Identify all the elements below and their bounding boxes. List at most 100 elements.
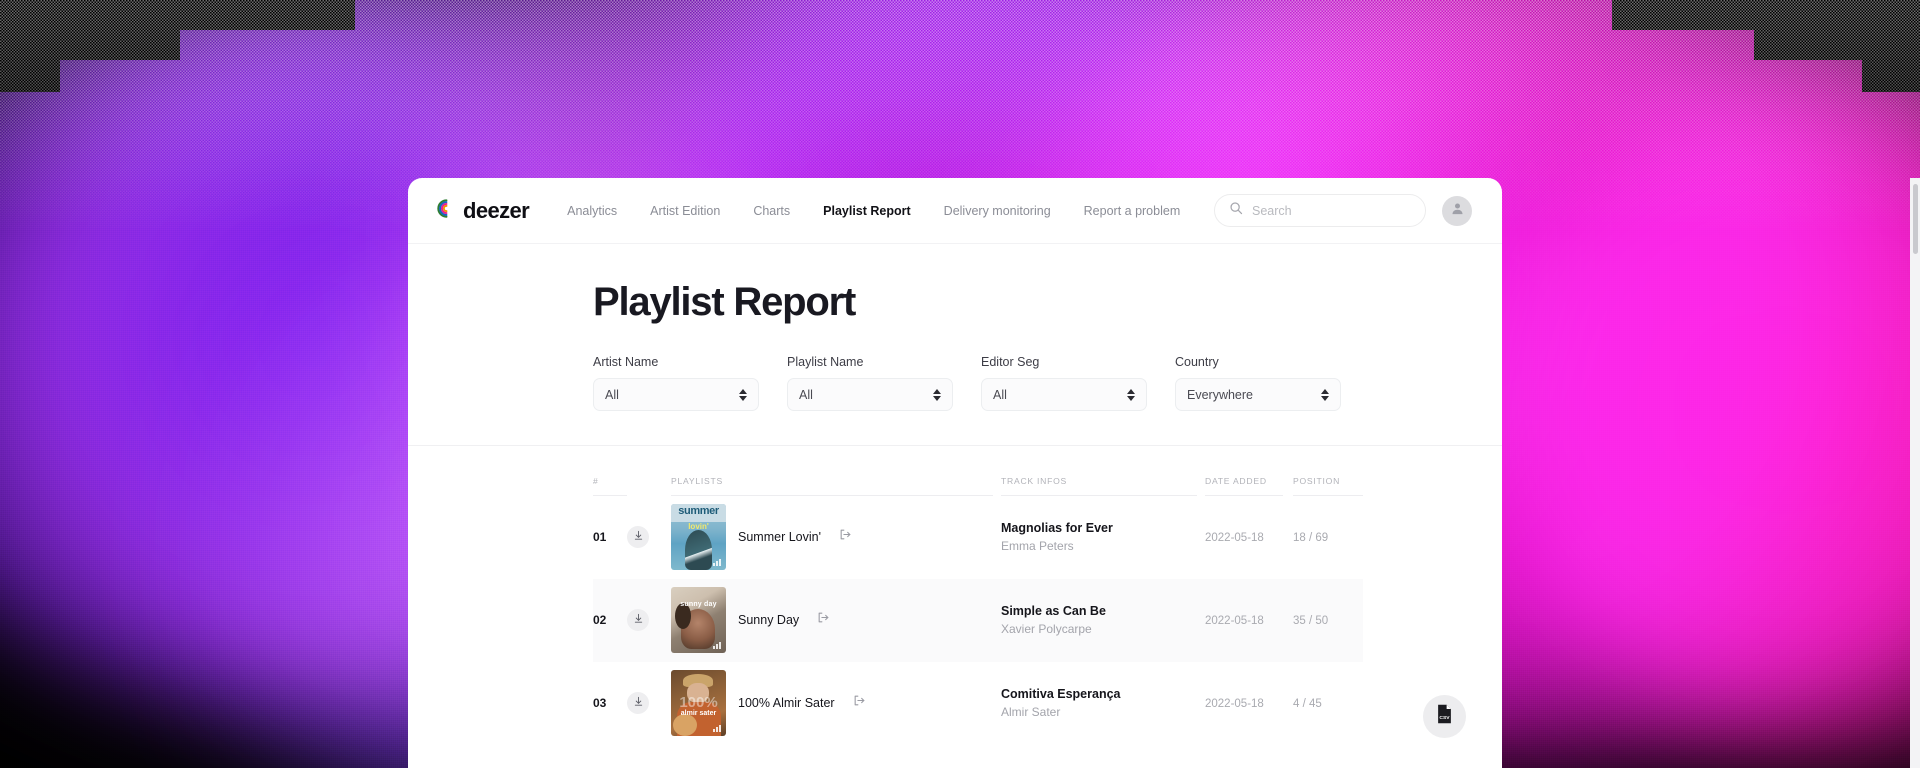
cover-caption-top: 100% [671,694,726,711]
page-title: Playlist Report [593,280,1502,325]
deezer-logo[interactable]: deezer [436,198,529,224]
filter-label-country: Country [1175,355,1341,369]
filters-row: Artist Name All Playlist Name All Editor… [593,355,1502,411]
nav-link-delivery-monitoring[interactable]: Delivery monitoring [944,204,1051,218]
user-avatar[interactable] [1442,196,1472,226]
column-header-position: POSITION [1293,476,1363,496]
cell-track-infos: Simple as Can Be Xavier Polycarpe [1001,579,1197,662]
column-spacer [1283,476,1293,496]
column-spacer [993,476,1001,496]
editor-seg-select[interactable]: All [981,378,1147,411]
playlist-name-select[interactable]: All [787,378,953,411]
playlist-cover-art: sunny day [671,587,726,653]
track-title: Simple as Can Be [1001,604,1197,618]
position-value: 18 / 69 [1293,532,1328,544]
page-scrollbar-track[interactable] [1910,178,1920,768]
date-added-value: 2022-05-18 [1205,698,1264,710]
filter-label-artist-name: Artist Name [593,355,759,369]
playlist-cell: 100% almir sater 100% Almir Sater [671,670,993,736]
cover-caption-top: sunny day [671,601,726,608]
deezer-logo-text: deezer [463,198,529,224]
column-header-number: # [593,476,627,496]
equalizer-icon [713,725,722,732]
csv-file-icon: CSV [1436,704,1453,729]
mask-step [1862,0,1920,92]
position-value: 35 / 50 [1293,615,1328,627]
artist-name-select-value: All [605,388,619,402]
filter-label-editor-seg: Editor Seg [981,355,1147,369]
page-header-block: Playlist Report Artist Name All Playlist… [408,244,1502,446]
cell-spacer [993,579,1001,662]
nav-link-playlist-report[interactable]: Playlist Report [823,204,911,218]
export-csv-button[interactable]: CSV [1423,695,1466,738]
search-box[interactable] [1214,194,1426,227]
cell-playlist: 100% almir sater 100% Almir Sater [671,662,993,745]
cell-track-infos: Magnolias for Ever Emma Peters [1001,496,1197,579]
playlist-name-select-value: All [799,388,813,402]
track-title: Comitiva Esperança [1001,687,1197,701]
track-title: Magnolias for Ever [1001,521,1197,535]
equalizer-icon [713,642,722,649]
playlist-report-table-wrapper: # PLAYLISTS TRACK INFOS DATE ADDED POSIT… [408,446,1502,745]
download-button[interactable] [627,526,649,548]
filter-country: Country Everywhere [1175,355,1341,411]
filter-artist-name: Artist Name All [593,355,759,411]
table-row[interactable]: 01 [593,496,1363,579]
cell-spacer [1197,496,1205,579]
row-rank: 03 [593,696,606,710]
equalizer-icon [713,559,722,566]
artist-name-select[interactable]: All [593,378,759,411]
cover-caption-bottom: lovin' [671,522,726,531]
nav-link-report-a-problem[interactable]: Report a problem [1084,204,1181,218]
download-icon [633,611,644,629]
cover-caption-bottom: almir sater [671,710,726,717]
cell-download [627,662,671,745]
country-select[interactable]: Everywhere [1175,378,1341,411]
app-window: deezer Analytics Artist Edition Charts P… [408,178,1502,768]
nav-link-analytics[interactable]: Analytics [567,204,617,218]
position-value: 4 / 45 [1293,698,1322,710]
nav-right-group [1214,194,1472,227]
playlist-cell: summer lovin' Summer Lovin' [671,504,993,570]
cell-spacer [1197,579,1205,662]
country-select-value: Everywhere [1187,388,1253,402]
page-scrollbar-thumb[interactable] [1913,184,1918,254]
cell-spacer [1283,662,1293,745]
track-artist: Xavier Polycarpe [1001,622,1197,636]
cell-playlist: summer lovin' Summer Lovin' [671,496,993,579]
download-button[interactable] [627,692,649,714]
mask-step [0,0,60,92]
cover-caption-top: summer [671,505,726,517]
chevron-updown-icon [1127,389,1135,401]
cell-rank: 02 [593,579,627,662]
external-link-icon[interactable] [853,694,866,712]
column-header-download [627,476,671,496]
column-header-date-added: DATE ADDED [1205,476,1283,496]
cell-spacer [1283,579,1293,662]
chevron-updown-icon [1321,389,1329,401]
filter-editor-seg: Editor Seg All [981,355,1147,411]
table-row[interactable]: 02 [593,579,1363,662]
download-icon [633,528,644,546]
cell-rank: 01 [593,496,627,579]
svg-text:CSV: CSV [1439,715,1450,721]
column-header-playlists: PLAYLISTS [671,476,993,496]
nav-link-artist-edition[interactable]: Artist Edition [650,204,720,218]
playlist-cover-art: summer lovin' [671,504,726,570]
playlist-cover-art: 100% almir sater [671,670,726,736]
external-link-icon[interactable] [839,528,852,546]
table-header-row: # PLAYLISTS TRACK INFOS DATE ADDED POSIT… [593,476,1363,496]
nav-link-charts[interactable]: Charts [753,204,790,218]
cell-date-added: 2022-05-18 [1205,496,1283,579]
top-navigation-bar: deezer Analytics Artist Edition Charts P… [408,178,1502,244]
table-body: 01 [593,496,1363,745]
download-button[interactable] [627,609,649,631]
user-avatar-icon [1450,201,1465,221]
cell-download [627,496,671,579]
table-row[interactable]: 03 [593,662,1363,745]
date-added-value: 2022-05-18 [1205,615,1264,627]
external-link-icon[interactable] [817,611,830,629]
row-rank: 02 [593,613,606,627]
column-spacer [1197,476,1205,496]
search-input[interactable] [1252,204,1411,218]
